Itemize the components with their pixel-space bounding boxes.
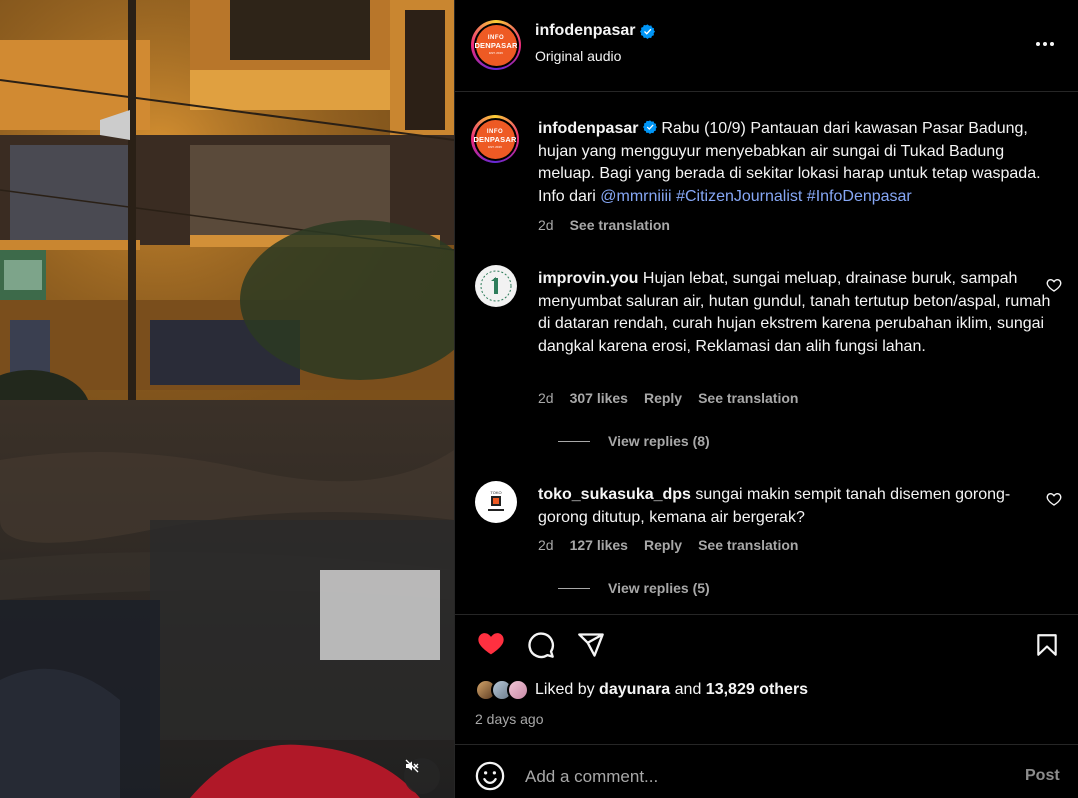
video-player[interactable]: [0, 0, 454, 798]
post-comment-button[interactable]: Post: [1025, 767, 1060, 785]
caption: INFO DENPASAR EST. 2015 infodenpasar Rab…: [471, 115, 1061, 245]
see-translation-link[interactable]: See translation: [698, 390, 798, 406]
liked-by-prefix: Liked by: [535, 681, 595, 698]
post-header: INFO DENPASAR EST. 2015 infodenpasar Ori…: [455, 0, 1078, 92]
mention-link[interactable]: @mmrniiii: [600, 188, 671, 205]
emoji-icon[interactable]: [475, 761, 505, 791]
mute-icon: [405, 759, 419, 773]
comment-username[interactable]: toko_sukasuka_dps: [538, 486, 691, 503]
hashtag-infodenpasar[interactable]: #InfoDenpasar: [807, 188, 912, 205]
comment-text: toko_sukasuka_dps sungai makin sempit ta…: [538, 484, 1058, 529]
toko-logo-text: TOKO: [490, 490, 501, 495]
video-frame: [0, 0, 454, 798]
liked-by-user[interactable]: dayunara: [599, 681, 670, 699]
verified-icon: [640, 23, 656, 39]
logo-text-line3: EST. 2015: [488, 144, 502, 149]
comment-icon: [528, 632, 554, 659]
comment-meta: 2d 307 likes Reply See translation: [538, 390, 798, 406]
infodenpasar-logo: INFO DENPASAR EST. 2015: [474, 24, 518, 66]
likes-summary: Liked by dayunara and 13,829 others: [475, 679, 808, 701]
like-button[interactable]: [475, 629, 507, 661]
reply-button[interactable]: Reply: [644, 537, 682, 553]
liker-avatars[interactable]: [475, 679, 529, 701]
comments-list[interactable]: INFO DENPASAR EST. 2015 infodenpasar Rab…: [455, 93, 1078, 613]
replies-divider: [558, 587, 590, 589]
post-timestamp[interactable]: 2 days ago: [475, 711, 544, 727]
reply-button[interactable]: Reply: [644, 390, 682, 406]
bookmark-icon: [1037, 634, 1057, 656]
hashtag-citizenjournalist[interactable]: #CitizenJournalist: [676, 188, 802, 205]
comment-likes[interactable]: 127 likes: [570, 537, 628, 553]
liked-by-others[interactable]: 13,829 others: [706, 681, 808, 699]
liked-by-and: and: [674, 681, 702, 698]
see-translation-link[interactable]: See translation: [698, 537, 798, 553]
caption-username[interactable]: infodenpasar: [538, 120, 638, 137]
save-button[interactable]: [1031, 629, 1063, 661]
view-replies-button[interactable]: View replies (8): [558, 433, 710, 449]
more-icon: [1036, 42, 1040, 46]
comment-text: improvin.you Hujan lebat, sungai meluap,…: [538, 268, 1058, 358]
comment-age: 2d: [538, 537, 554, 553]
comment-likes[interactable]: 307 likes: [570, 390, 628, 406]
caption-avatar[interactable]: INFO DENPASAR EST. 2015: [471, 115, 519, 163]
comment-input[interactable]: [525, 757, 995, 797]
verified-icon: [642, 120, 657, 134]
logo-text-line2: DENPASAR: [473, 135, 517, 145]
logo-text-line2: DENPASAR: [474, 41, 518, 51]
commenter-avatar[interactable]: TOKO: [475, 481, 517, 523]
comment-meta: 2d 127 likes Reply See translation: [538, 537, 798, 553]
liker-avatar: [507, 679, 529, 701]
comment-button[interactable]: [525, 629, 557, 661]
audio-label[interactable]: Original audio: [535, 48, 621, 64]
view-replies-label[interactable]: View replies (5): [608, 580, 710, 596]
view-replies-label[interactable]: View replies (8): [608, 433, 710, 449]
comment-item: improvin.you Hujan lebat, sungai meluap,…: [471, 265, 1062, 455]
share-icon: [578, 633, 604, 657]
author-username-row[interactable]: infodenpasar: [535, 22, 656, 40]
caption-meta: 2d See translation: [538, 217, 670, 233]
replies-divider: [558, 440, 590, 442]
caption-text: infodenpasar Rabu (10/9) Pantauan dari k…: [538, 118, 1058, 208]
post-actions: Liked by dayunara and 13,829 others 2 da…: [455, 614, 1078, 744]
toko-logo: TOKO: [476, 482, 516, 522]
view-replies-button[interactable]: View replies (5): [558, 580, 710, 596]
mute-button[interactable]: [404, 758, 440, 794]
comment-username[interactable]: improvin.you: [538, 270, 638, 287]
comment-composer: Post: [455, 744, 1078, 798]
infodenpasar-logo: INFO DENPASAR EST. 2015: [473, 119, 517, 159]
see-translation-link[interactable]: See translation: [570, 217, 670, 233]
heart-icon: [478, 633, 504, 655]
caption-age: 2d: [538, 217, 554, 233]
author-avatar[interactable]: INFO DENPASAR EST. 2015: [471, 20, 521, 70]
comment-item: TOKO toko_sukasuka_dps sungai makin semp…: [471, 481, 1062, 611]
share-button[interactable]: [575, 629, 607, 661]
improvin-logo: [476, 266, 516, 306]
more-options-button[interactable]: [1033, 34, 1057, 54]
commenter-avatar[interactable]: [475, 265, 517, 307]
logo-text-line3: EST. 2015: [489, 50, 503, 55]
comment-age: 2d: [538, 390, 554, 406]
comment-like-icon[interactable]: [1046, 491, 1062, 507]
post-panel: INFO DENPASAR EST. 2015 infodenpasar Ori…: [454, 0, 1078, 798]
author-username[interactable]: infodenpasar: [535, 22, 635, 40]
comment-like-icon[interactable]: [1046, 277, 1062, 293]
